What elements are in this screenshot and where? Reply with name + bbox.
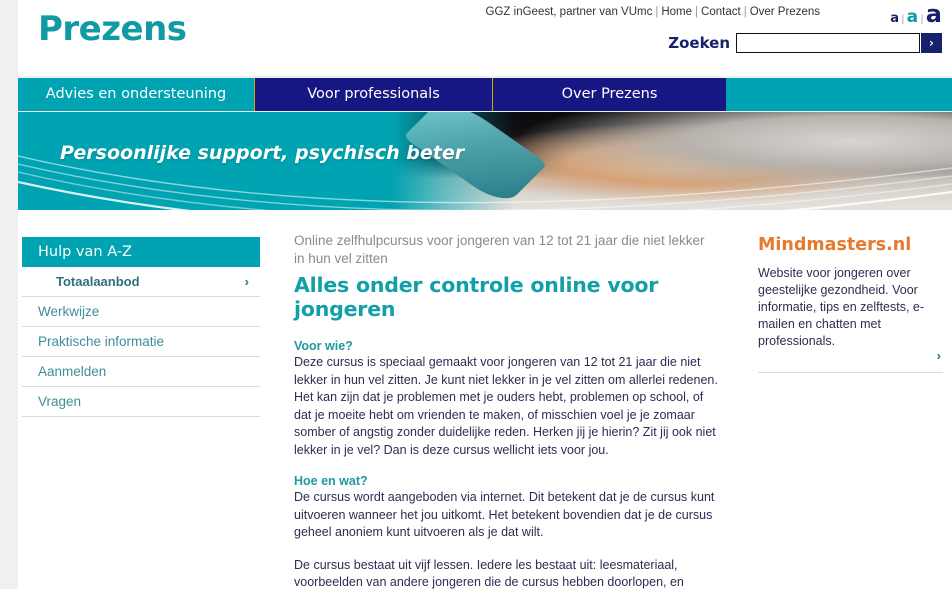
hero-banner: Persoonlijke support, psychisch beter [18, 112, 952, 210]
font-size-divider: | [920, 14, 924, 25]
promo-footer: › [758, 348, 943, 373]
sidebar-item-label: Totaalaanbod [56, 274, 140, 289]
sidebar-item-vragen[interactable]: Vragen [22, 387, 260, 417]
font-size-small-button[interactable]: a [890, 11, 899, 26]
utility-link-contact[interactable]: Contact [701, 6, 741, 18]
banner-tagline: Persoonlijke support, psychisch beter [60, 142, 465, 164]
content-area: Hulp van A-Z Totaalaanbod › Werkwijze Pr… [18, 210, 952, 589]
utility-nav: GGZ inGeest, partner van VUmc | Home | Conta… [486, 6, 820, 18]
promo-title-mindmasters[interactable]: Mindmasters.nl [758, 235, 943, 255]
nav-filler [726, 78, 952, 111]
chevron-right-icon: › [244, 274, 249, 289]
sidebar-item-aanmelden[interactable]: Aanmelden [22, 357, 260, 387]
page-intro: Online zelfhulpcursus voor jongeren van … [294, 233, 705, 266]
section-heading-voor-wie: Voor wie? [294, 339, 353, 353]
site-logo[interactable]: Prezens [38, 9, 187, 49]
promo-description: Website voor jongeren over geestelijke g… [758, 266, 925, 348]
search-input[interactable] [736, 33, 920, 53]
section-paragraph: De cursus bestaat uit vijf lessen. Ieder… [294, 557, 684, 589]
sidebar-item-hulp-van-a-z[interactable]: Hulp van A-Z [22, 237, 260, 267]
nav-tab-voor-professionals[interactable]: Voor professionals [254, 78, 492, 111]
search-bar: Zoeken › [668, 33, 942, 53]
right-column: Mindmasters.nl Website voor jongeren ove… [758, 235, 943, 373]
font-size-controls: a | a | a [890, 0, 942, 28]
font-size-divider: | [901, 14, 905, 25]
font-size-medium-button[interactable]: a [907, 7, 918, 27]
chevron-right-icon[interactable]: › [937, 348, 941, 363]
section-heading-hoe-en-wat: Hoe en wat? [294, 474, 368, 488]
sidebar-item-werkwijze[interactable]: Werkwijze [22, 297, 260, 327]
sidebar-item-totaalaanbod[interactable]: Totaalaanbod › [22, 267, 260, 297]
nav-tab-over-prezens[interactable]: Over Prezens [492, 78, 726, 111]
utility-link-over-prezens[interactable]: Over Prezens [750, 6, 820, 18]
page-root: Prezens GGZ inGeest, partner van VUmc | Ho… [0, 0, 952, 589]
site-header: Prezens GGZ inGeest, partner van VUmc | Ho… [18, 0, 952, 76]
section-paragraph: De cursus wordt aangeboden via internet.… [294, 490, 715, 539]
utility-link-ggz[interactable]: GGZ inGeest, partner van VUmc [486, 6, 653, 18]
utility-separator: | [695, 6, 699, 18]
main-navigation: Advies en ondersteuning Voor professiona… [18, 78, 952, 111]
main-column: Online zelfhulpcursus voor jongeren van … [294, 232, 718, 589]
search-submit-button[interactable]: › [921, 33, 942, 53]
sidebar-item-praktische-informatie[interactable]: Praktische informatie [22, 327, 260, 357]
search-label: Zoeken [668, 34, 730, 52]
page-title: Alles onder controle online voor jongere… [294, 273, 659, 321]
section-paragraph: Deze cursus is speciaal gemaakt voor jon… [294, 355, 718, 457]
sidebar-navigation: Hulp van A-Z Totaalaanbod › Werkwijze Pr… [22, 237, 260, 417]
utility-separator: | [655, 6, 659, 18]
nav-tab-advies-en-ondersteuning[interactable]: Advies en ondersteuning [18, 78, 254, 111]
utility-link-home[interactable]: Home [661, 6, 692, 18]
font-size-large-button[interactable]: a [926, 0, 942, 28]
utility-separator: | [743, 6, 747, 18]
